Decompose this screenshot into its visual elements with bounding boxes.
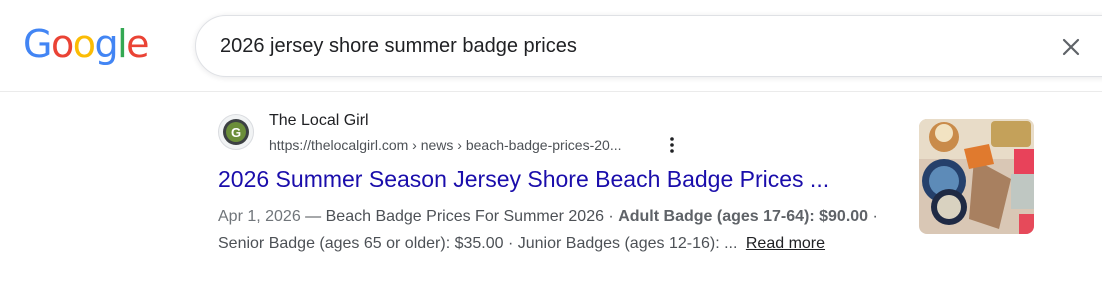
site-favicon[interactable]: G	[218, 114, 254, 150]
logo-letter: e	[126, 22, 149, 66]
logo-letter: G	[23, 22, 52, 66]
beach-badges-collage-image	[919, 119, 1034, 234]
logo-letter: l	[117, 22, 128, 66]
site-name[interactable]: The Local Girl	[269, 112, 369, 130]
search-input[interactable]	[220, 30, 1020, 62]
snippet-highlight: Adult Badge (ages 17-64): $90.00	[618, 208, 869, 225]
logo-letter: o	[50, 22, 74, 66]
google-logo[interactable]: Google	[23, 19, 150, 69]
result-date: Apr 1, 2026	[218, 208, 301, 225]
clear-search-button[interactable]	[1056, 32, 1086, 62]
logo-letter: g	[94, 22, 118, 66]
thelocalgirl-favicon-icon: G	[223, 119, 249, 145]
svg-text:G: G	[231, 125, 241, 140]
result-options-button[interactable]	[664, 134, 680, 156]
snippet-text: Beach Badge Prices For Summer 2026 ·	[325, 208, 619, 225]
vertical-dots-icon	[670, 137, 674, 153]
read-more-link[interactable]: Read more	[746, 235, 825, 252]
result-snippet: Apr 1, 2026 — Beach Badge Prices For Sum…	[218, 203, 878, 257]
search-box	[195, 15, 1102, 77]
result-title-link[interactable]: 2026 Summer Season Jersey Shore Beach Ba…	[218, 164, 829, 194]
search-header: Google	[0, 0, 1102, 92]
logo-letter: o	[72, 22, 96, 66]
close-icon	[1062, 38, 1080, 56]
site-url-breadcrumb[interactable]: https://thelocalgirl.com › news › beach-…	[269, 137, 622, 153]
snippet-separator: —	[300, 208, 326, 225]
result-thumbnail[interactable]	[919, 119, 1034, 234]
